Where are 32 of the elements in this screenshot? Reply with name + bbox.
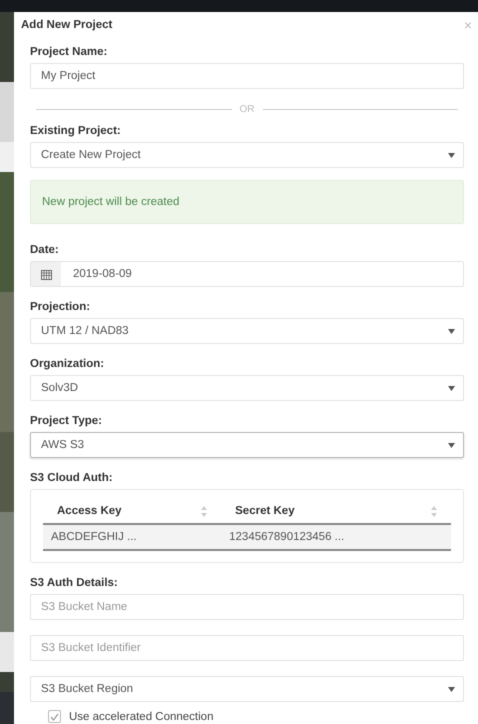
field-label: Organization: — [30, 358, 106, 370]
field-label: Projection: — [30, 301, 92, 313]
date-field[interactable]: 2019-08-09 — [30, 261, 464, 287]
caret-icon — [448, 152, 455, 158]
field-label: Project Name: — [30, 46, 108, 58]
checkbox-label: Use accelerated Connection — [69, 710, 214, 722]
caret-icon — [448, 386, 455, 390]
caret-icon — [448, 442, 455, 448]
field-label: S3 Auth Details: — [30, 577, 119, 589]
alert-text: New project will be created — [42, 196, 180, 208]
select-field[interactable]: Create New Project — [30, 142, 464, 168]
caret-icon — [448, 686, 455, 692]
text-field[interactable]: S3 Bucket Identifier — [30, 635, 464, 661]
field-label: Existing Project: — [30, 125, 122, 137]
checkbox[interactable] — [48, 710, 61, 723]
dialog-title: Add New Project — [21, 19, 112, 31]
field-label: S3 Cloud Auth: — [30, 472, 114, 484]
table-cell: 1234567890123456 ... — [221, 524, 451, 550]
select-field[interactable]: S3 Bucket Region — [30, 676, 464, 702]
field-label: Project Type: — [30, 415, 103, 427]
table-cell: ABCDEFGHIJ ... — [43, 524, 222, 550]
field-label: Date: — [30, 244, 60, 256]
caret-icon — [448, 328, 455, 334]
select-field[interactable]: AWS S3 — [30, 432, 464, 458]
divider-text: OR — [240, 104, 254, 115]
sort-icon[interactable] — [431, 506, 437, 516]
select-field[interactable]: UTM 12 / NAD83 — [30, 318, 464, 344]
text-field[interactable]: S3 Bucket Name — [30, 594, 464, 620]
select-field[interactable]: Solv3D — [30, 375, 464, 401]
sort-icon[interactable] — [201, 506, 208, 516]
calendar-icon[interactable] — [40, 268, 52, 280]
text-field[interactable]: My Project — [30, 63, 464, 89]
